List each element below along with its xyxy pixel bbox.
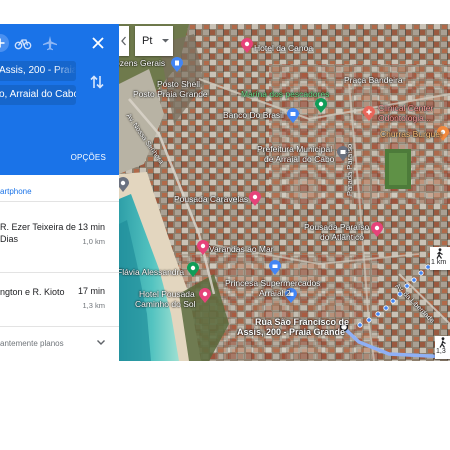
close-directions-button[interactable]	[88, 33, 108, 53]
route-time: 17 min	[77, 286, 105, 296]
poi-label[interactable]: Hotel da Canoa	[254, 43, 313, 53]
poi-label[interactable]: Hotel Pousada	[139, 289, 195, 299]
park-pin-icon[interactable]	[187, 262, 199, 277]
poi-label[interactable]: Pousada Caravelas	[174, 194, 248, 204]
poi-label[interactable]: Banco Do Brasil	[223, 110, 284, 120]
hotel-pin-icon[interactable]	[199, 288, 211, 303]
poi-label[interactable]: Churras Burguer	[380, 129, 443, 139]
place-pin-icon[interactable]	[119, 177, 129, 192]
divider	[0, 326, 119, 327]
poi-label[interactable]: Princesa Supermercados	[225, 278, 320, 288]
poi-label[interactable]: Varandas ao Mar	[209, 244, 274, 254]
flight-icon[interactable]	[41, 34, 59, 52]
poi-label[interactable]: Posto Shell	[157, 79, 200, 89]
more-plans-text[interactable]: antemente planos	[0, 339, 64, 348]
chevron-down-icon[interactable]	[95, 336, 107, 348]
route-distance: 1,3 km	[82, 301, 105, 310]
destination-text: o, Arraial do Cabo	[0, 89, 76, 100]
layer-switcher-button[interactable]: Pt	[135, 26, 173, 56]
poi-label[interactable]: Pousada Paraíso	[304, 222, 369, 232]
route-distance: 1,0 km	[82, 237, 105, 246]
walking-person-icon	[436, 248, 443, 259]
poi-label[interactable]: Odontologia...	[378, 113, 431, 123]
route-name: ngton e R. Kioto	[0, 287, 65, 297]
poi-label[interactable]: Arraial 2	[259, 288, 291, 298]
destination-label[interactable]: Rua São Francisco de	[255, 317, 349, 327]
clinic-pin-icon[interactable]	[363, 106, 375, 121]
bicycle-icon[interactable]	[14, 34, 32, 52]
bank-pin-icon[interactable]	[287, 108, 299, 123]
divider	[0, 201, 119, 202]
gas-station-pin-icon[interactable]	[171, 57, 183, 72]
poi-label[interactable]: ozens Gerais	[119, 58, 165, 68]
layer-label: Pt	[142, 35, 153, 47]
shopping-pin-icon[interactable]	[269, 260, 281, 275]
walking-time-text: 1 km	[431, 259, 447, 266]
walking-time-badge: 1 km	[430, 247, 450, 270]
hotel-pin-icon[interactable]	[371, 222, 383, 237]
satellite-map[interactable]: Pt 1 km 1,3 Hotel da Canoa ozens Gerais …	[119, 24, 450, 361]
hotel-pin-icon[interactable]	[249, 191, 261, 206]
origin-field[interactable]: Assis, 200 - Praia G	[0, 61, 76, 81]
poi-label[interactable]: Posto Praia Grande	[133, 89, 208, 99]
swap-locations-button[interactable]	[89, 73, 105, 91]
directions-header: Assis, 200 - Praia G o, Arraial do Cabo …	[0, 24, 119, 175]
walking-time-badge-2: 1,3	[435, 336, 450, 359]
send-to-phone-link[interactable]: artphone	[0, 187, 32, 196]
destination-label[interactable]: Assis, 200 - Praia Grande	[237, 327, 345, 337]
maps-window: Assis, 200 - Praia G o, Arraial do Cabo …	[0, 0, 450, 450]
walking-person-icon	[439, 337, 446, 348]
close-icon	[92, 37, 104, 49]
road-label: Parada Paraíso	[345, 143, 354, 196]
directions-panel: Assis, 200 - Praia G o, Arraial do Cabo …	[0, 24, 119, 361]
poi-label[interactable]: Flávia Alessandra	[119, 267, 184, 277]
poi-label[interactable]: Caminho do Sol	[135, 299, 195, 309]
chevron-left-icon	[121, 36, 126, 46]
car-icon[interactable]	[0, 34, 9, 52]
poi-label[interactable]: de Arraial do Cabo	[264, 154, 334, 164]
swap-icon	[90, 75, 104, 89]
route-time: 13 min	[77, 222, 105, 232]
divider	[0, 272, 119, 273]
destination-field[interactable]: o, Arraial do Cabo	[0, 85, 76, 105]
poi-label[interactable]: Prefeitura Municipal	[257, 144, 332, 154]
poi-label[interactable]: Clinical Center	[378, 103, 433, 113]
poi-label[interactable]: Praça Bandeira	[344, 75, 403, 85]
dropdown-arrow-icon	[162, 39, 169, 43]
poi-label[interactable]: Marina dos pescadores	[241, 89, 329, 99]
route-name: R. Ezer Teixeira de Dias	[0, 222, 76, 244]
walking-time-text-2: 1,3	[436, 348, 446, 355]
park-pin-icon[interactable]	[315, 98, 327, 113]
options-button[interactable]: OPÇÕES	[71, 153, 106, 162]
hotel-pin-icon[interactable]	[197, 240, 209, 255]
hotel-pin-icon[interactable]	[241, 38, 253, 53]
collapse-panel-button[interactable]	[119, 26, 129, 56]
poi-label[interactable]: do Atlântico	[320, 232, 364, 242]
